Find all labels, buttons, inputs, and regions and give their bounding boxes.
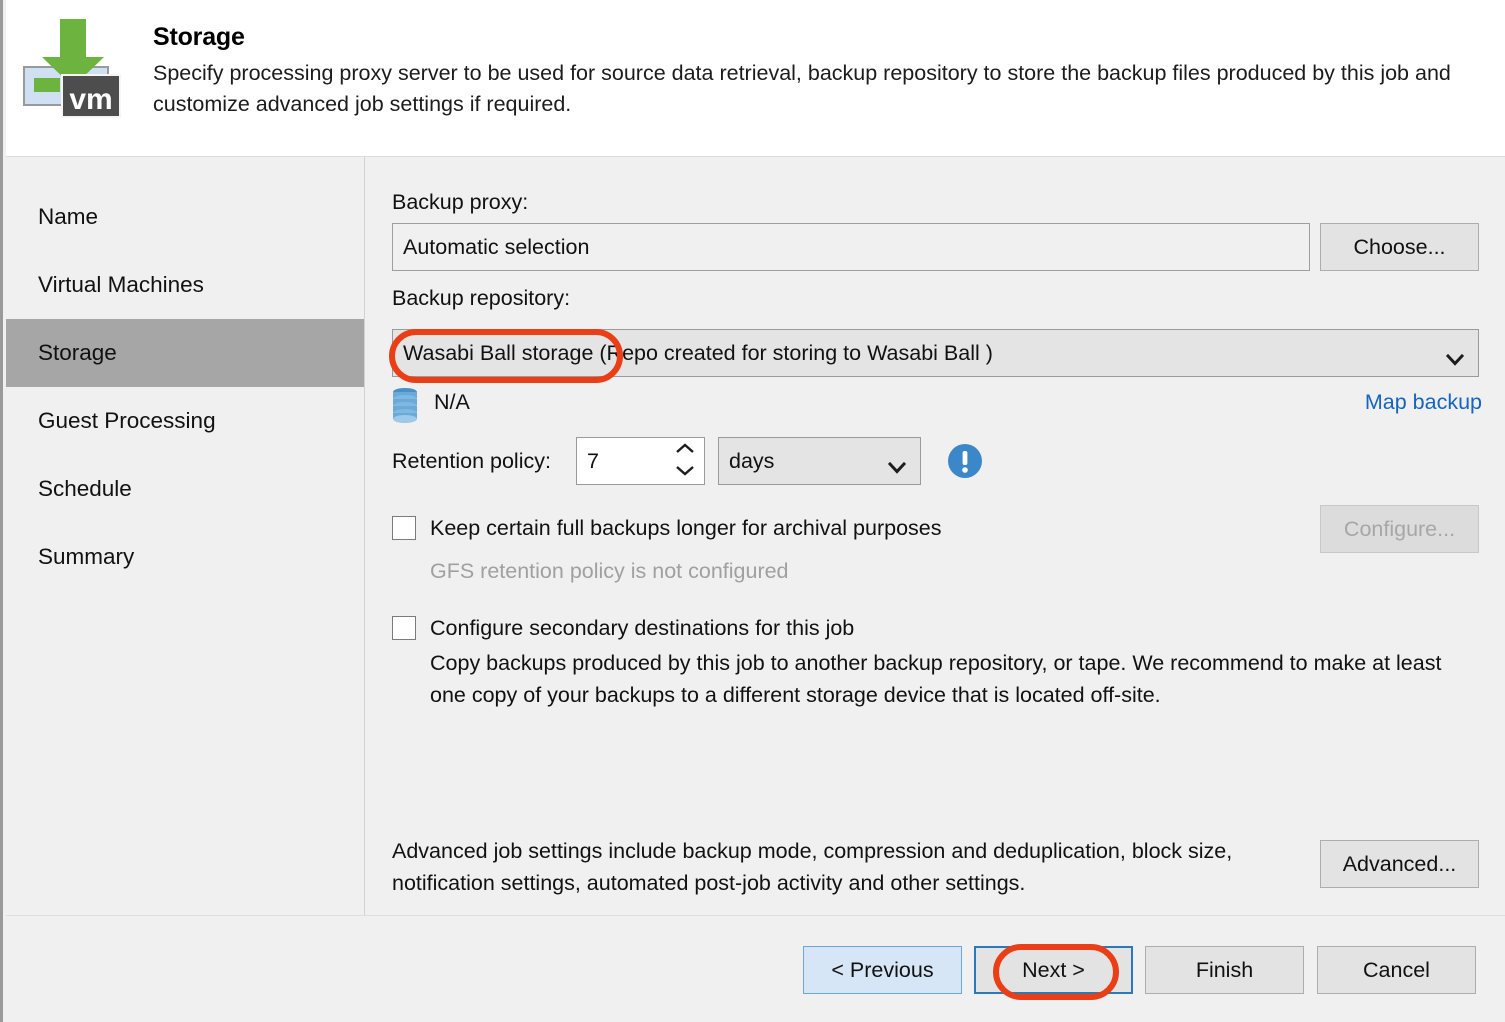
sidebar-item-name[interactable]: Name (6, 183, 364, 251)
backup-proxy-field[interactable]: Automatic selection (392, 223, 1310, 271)
backup-repository-label: Backup repository: (392, 286, 571, 310)
svg-text:vm: vm (69, 83, 112, 116)
backup-proxy-value: Automatic selection (403, 234, 590, 259)
retention-unit-select[interactable]: days (718, 437, 921, 485)
backup-repository-value: Wasabi Ball storage (Repo created for st… (403, 340, 993, 365)
sidebar-item-label: Summary (38, 544, 135, 569)
finish-label: Finish (1195, 957, 1254, 982)
wizard-steps-sidebar: Name Virtual Machines Storage Guest Proc… (6, 157, 365, 915)
disk-stack-icon (392, 388, 426, 424)
page-description: Specify processing proxy server to be us… (153, 61, 1451, 116)
secondary-destinations-checkbox-label: Configure secondary destinations for thi… (430, 616, 855, 640)
next-button[interactable]: Next > (974, 946, 1133, 994)
secondary-destinations-checkbox[interactable] (392, 616, 416, 640)
choose-proxy-button[interactable]: Choose... (1320, 223, 1479, 271)
sidebar-item-storage[interactable]: Storage (6, 319, 364, 387)
sidebar-item-virtual-machines[interactable]: Virtual Machines (6, 251, 364, 319)
info-circle-icon[interactable] (947, 443, 983, 479)
chevron-up-icon[interactable] (675, 441, 695, 459)
advanced-settings-description: Advanced job settings include backup mod… (392, 839, 1233, 895)
backup-proxy-label: Backup proxy: (392, 190, 529, 214)
chevron-down-icon (887, 455, 907, 474)
chevron-down-icon[interactable] (675, 463, 695, 481)
finish-button[interactable]: Finish (1145, 946, 1304, 994)
sidebar-item-label: Virtual Machines (38, 272, 204, 297)
sidebar-item-label: Storage (38, 340, 117, 365)
chevron-down-icon (1445, 347, 1465, 366)
gfs-checkbox-label: Keep certain full backups longer for arc… (430, 516, 942, 540)
storage-settings-panel: Backup proxy: Automatic selection Choose… (366, 157, 1505, 915)
wizard-footer: < Previous Next > Finish Cancel (6, 916, 1505, 1022)
secondary-destinations-checkbox-row[interactable]: Configure secondary destinations for thi… (392, 616, 1392, 640)
gfs-configure-label: Configure... (1343, 516, 1456, 541)
wizard-window: vm Storage Specify processing proxy serv… (0, 0, 1505, 1022)
gfs-status-text: GFS retention policy is not configured (430, 559, 789, 583)
wizard-header: vm Storage Specify processing proxy serv… (6, 0, 1505, 157)
gfs-checkbox-row[interactable]: Keep certain full backups longer for arc… (392, 516, 1332, 540)
page-title: Storage (153, 23, 245, 51)
retention-quantity-value: 7 (587, 448, 599, 473)
sidebar-item-label: Schedule (38, 476, 132, 501)
gfs-checkbox[interactable] (392, 516, 416, 540)
retention-quantity-stepper[interactable]: 7 (576, 437, 705, 485)
sidebar-item-label: Name (38, 204, 99, 229)
secondary-destinations-description: Copy backups produced by this job to ano… (430, 651, 1442, 707)
cancel-button[interactable]: Cancel (1317, 946, 1476, 994)
advanced-settings-button[interactable]: Advanced... (1320, 840, 1479, 888)
previous-button[interactable]: < Previous (803, 946, 962, 994)
sidebar-item-schedule[interactable]: Schedule (6, 455, 364, 523)
sidebar-item-summary[interactable]: Summary (6, 523, 364, 591)
choose-proxy-label: Choose... (1353, 234, 1446, 259)
backup-repository-select[interactable]: Wasabi Ball storage (Repo created for st… (392, 329, 1479, 377)
next-label: Next > (1022, 957, 1085, 982)
sidebar-item-label: Guest Processing (38, 408, 216, 433)
cancel-label: Cancel (1363, 957, 1430, 982)
retention-unit-value: days (729, 448, 775, 473)
previous-label: < Previous (831, 957, 934, 982)
advanced-settings-label: Advanced... (1342, 851, 1457, 876)
gfs-configure-button[interactable]: Configure... (1320, 505, 1479, 553)
retention-policy-label: Retention policy: (392, 449, 551, 473)
vm-backup-storage-icon: vm (20, 13, 128, 121)
repository-capacity-value: N/A (434, 390, 470, 414)
map-backup-link[interactable]: Map backup (1365, 390, 1482, 415)
sidebar-item-guest-processing[interactable]: Guest Processing (6, 387, 364, 455)
